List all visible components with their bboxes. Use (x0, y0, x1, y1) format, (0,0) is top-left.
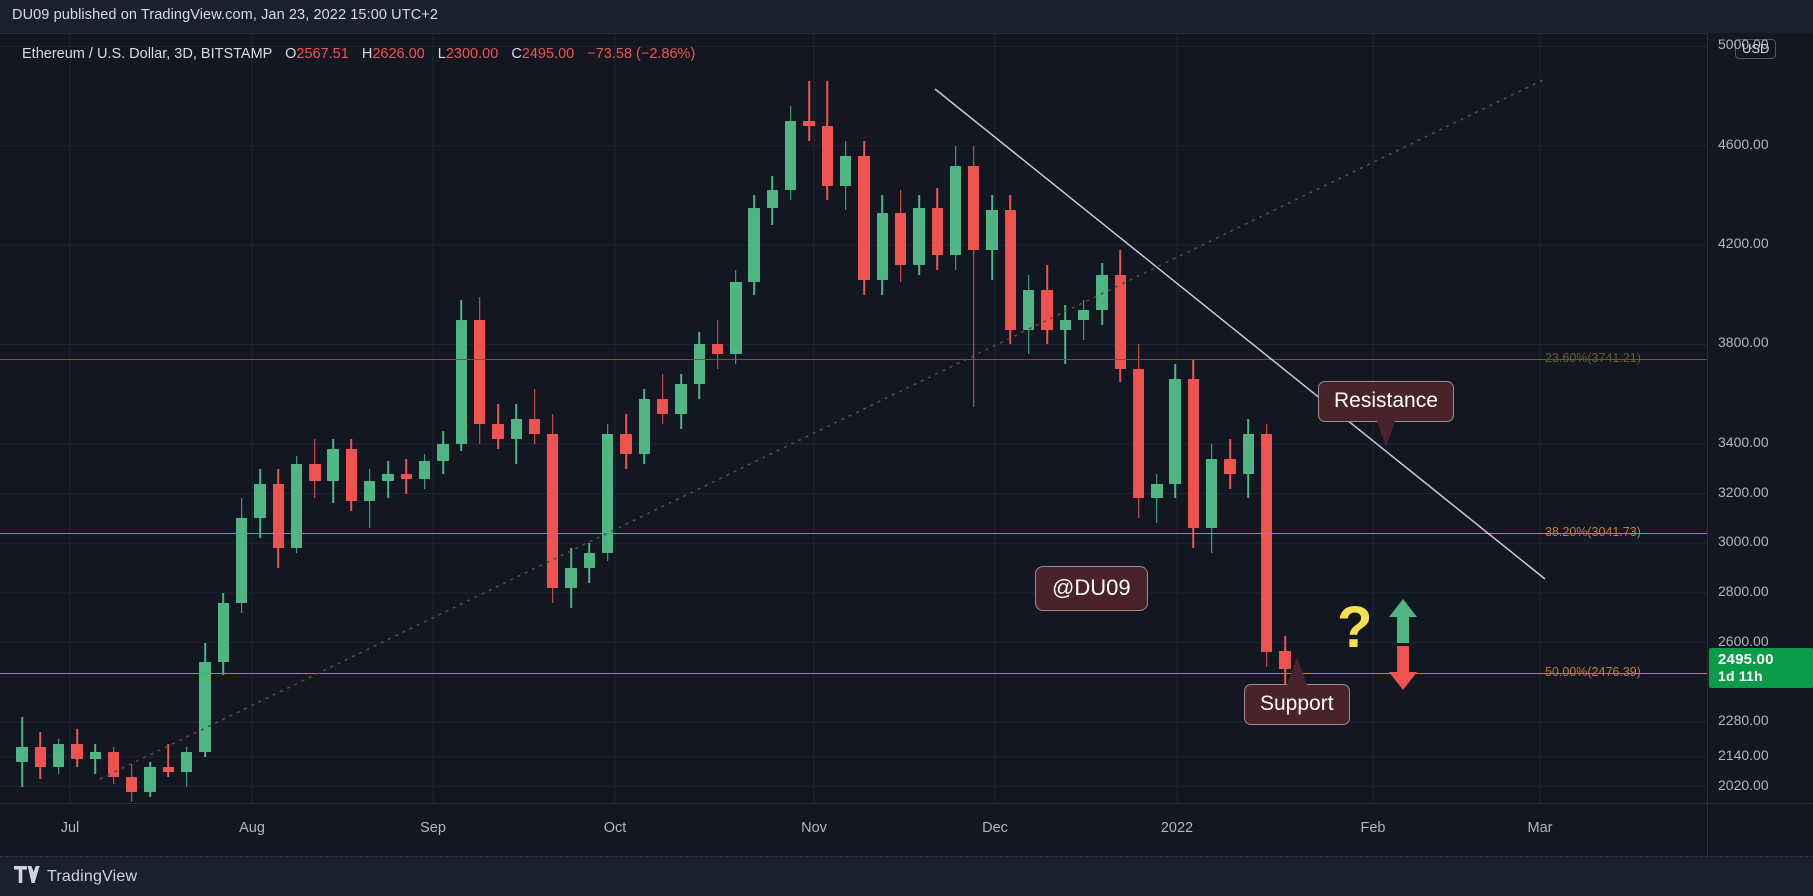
price-tick: 3800.00 (1718, 334, 1769, 351)
legend-high-label: H (361, 46, 373, 62)
resistance-label: Resistance (1334, 389, 1438, 412)
chart-pane[interactable]: Ethereum / U.S. Dollar, 3D, BITSTAMP O25… (0, 33, 1707, 804)
price-tick: 3400.00 (1718, 433, 1769, 450)
fib-label-23.60: 23.60%(3741.21) (1545, 351, 1641, 366)
time-tick: Oct (603, 820, 627, 836)
support-callout-tail (1286, 657, 1307, 685)
price-axis[interactable]: USD 5000.00 4600.00 4200.00 3800.00 3400.00 3… (1707, 33, 1813, 803)
price-tick: 2140.00 (1718, 746, 1769, 763)
publisher-bar: DU09 published on TradingView.com, Jan 2… (0, 0, 1813, 33)
price-tick: 2020.00 (1718, 776, 1769, 793)
legend-change: −73.58 (−2.86%) (587, 46, 696, 62)
up-arrow-icon (1388, 597, 1418, 650)
time-axis[interactable]: JulAugSepOctNovDec2022FebMarApr (0, 803, 1731, 857)
tradingview-chart-screenshot: DU09 published on TradingView.com, Jan 2… (0, 0, 1813, 896)
descending-trendline[interactable] (934, 88, 1546, 580)
price-tick: 2280.00 (1718, 712, 1769, 729)
author-watermark-label: @DU09 (1052, 575, 1131, 600)
support-callout[interactable]: Support (1244, 657, 1350, 725)
time-tick: Sep (420, 820, 446, 836)
question-mark-icon: ? (1337, 595, 1373, 660)
current-price-countdown: 1d 11h (1718, 667, 1763, 684)
down-arrow-icon (1388, 644, 1418, 697)
price-tick: 3000.00 (1718, 533, 1769, 550)
time-tick: Jul (60, 820, 80, 836)
author-watermark[interactable]: @DU09 (1035, 566, 1148, 611)
current-price-badge: 2495.00 1d 11h (1709, 647, 1813, 688)
legend-high-value: 2626.00 (372, 46, 425, 62)
time-tick: Aug (239, 820, 265, 836)
time-tick: Nov (801, 820, 827, 836)
time-tick: Feb (1360, 820, 1386, 836)
chart-legend: Ethereum / U.S. Dollar, 3D, BITSTAMP O25… (22, 46, 695, 62)
legend-open-value: 2567.51 (296, 46, 349, 62)
price-tick: 2600.00 (1718, 632, 1769, 649)
legend-close-label: C (511, 46, 522, 62)
time-tick: Dec (982, 820, 1008, 836)
price-tick: 4200.00 (1718, 235, 1769, 252)
legend-close-value: 2495.00 (521, 46, 575, 62)
legend-open-label: O (285, 46, 297, 62)
legend-symbol[interactable]: Ethereum / U.S. Dollar, 3D, BITSTAMP (22, 46, 272, 62)
price-tick: 5000.00 (1718, 36, 1769, 53)
fib-label-50.00: 50.00%(2476.39) (1545, 665, 1641, 680)
resistance-callout[interactable]: Resistance (1318, 381, 1454, 447)
tradingview-wordmark: TradingView (47, 868, 138, 885)
footer-bar: TradingView (0, 856, 1813, 896)
legend-low-value: 2300.00 (445, 46, 499, 62)
price-tick: 4600.00 (1718, 135, 1769, 152)
price-tick: 2800.00 (1718, 582, 1769, 599)
support-label: Support (1260, 692, 1334, 715)
fib-label-38.20: 38.20%(3041.73) (1545, 524, 1641, 539)
tradingview-logo[interactable]: TradingView (14, 866, 137, 888)
axis-corner (1707, 803, 1813, 857)
current-price-value: 2495.00 (1718, 650, 1774, 668)
publisher-text: DU09 published on TradingView.com, Jan 2… (12, 7, 438, 23)
tradingview-mark-icon (14, 866, 40, 888)
ascending-trendline[interactable] (99, 78, 1546, 780)
legend-low-label: L (437, 46, 446, 62)
time-tick: Mar (1527, 820, 1553, 836)
resistance-callout-tail (1376, 421, 1395, 447)
price-tick: 3200.00 (1718, 483, 1769, 500)
time-tick: 2022 (1160, 820, 1194, 836)
